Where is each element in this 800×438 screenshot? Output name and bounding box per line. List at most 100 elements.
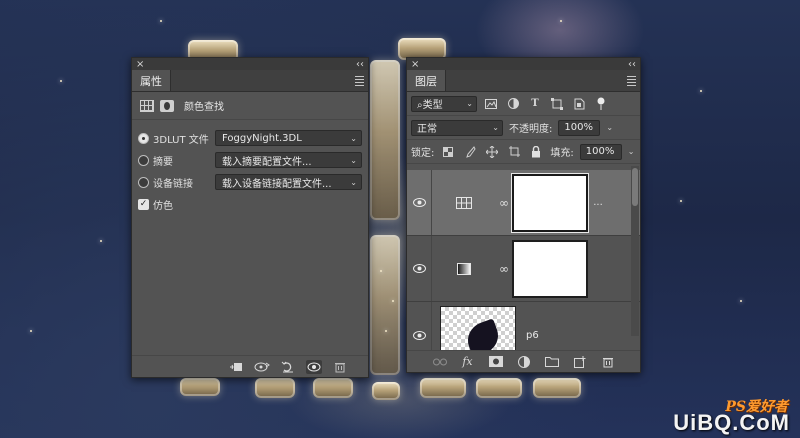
add-mask-icon[interactable] — [488, 355, 504, 369]
layer-row-color-lookup[interactable]: ∞ ... — [407, 170, 640, 236]
option-label: 设备链接 — [153, 178, 193, 190]
layer-mask-icon[interactable] — [160, 99, 174, 112]
shape-filter-icon[interactable] — [549, 97, 565, 111]
layer-list: ∞ ... ∞ p6 — [407, 170, 640, 368]
layer-visibility-eye-icon[interactable] — [407, 330, 431, 340]
view-previous-state-icon[interactable] — [254, 360, 270, 374]
tab-layers-label: 图层 — [415, 74, 437, 88]
chevron-down-icon[interactable]: ⌄ — [606, 123, 613, 132]
visibility-eye-icon[interactable] — [306, 359, 322, 374]
adjustment-filter-icon[interactable] — [505, 97, 521, 111]
smart-object-filter-icon[interactable] — [571, 97, 587, 111]
scrollbar-thumb[interactable] — [632, 168, 638, 206]
select-value: FoggyNight.3DL — [222, 132, 302, 144]
device-link-select[interactable]: 载入设备链接配置文件... ⌄ — [215, 174, 362, 190]
link-layers-icon[interactable] — [432, 355, 448, 369]
tab-properties-label: 属性 — [140, 74, 162, 88]
chevron-down-icon: ⌄ — [350, 133, 357, 143]
new-group-icon[interactable] — [544, 355, 560, 369]
fill-input[interactable]: 100% — [579, 143, 622, 160]
image-filter-icon[interactable] — [483, 97, 499, 111]
collapse-icon[interactable]: ‹‹ — [628, 59, 636, 70]
select-value: 载入设备链接配置文件... — [222, 178, 332, 190]
chevron-down-icon: ⌄ — [350, 155, 357, 165]
trash-icon[interactable] — [600, 355, 616, 369]
layers-panel: × ‹‹ 图层 ⌕类型 ⌄ T 正常 ⌄ 不透明度: 100% ⌄ 锁定: 填充… — [406, 57, 641, 373]
canvas-background — [0, 0, 800, 438]
dither-label: 仿色 — [153, 200, 173, 212]
properties-panel: × ‹‹ 属性 颜色查找 3DLUT 文件 FoggyNight.3DL ⌄ 摘… — [131, 57, 369, 378]
lock-transparent-pixels-icon[interactable] — [440, 145, 456, 159]
layer-mask-thumbnail[interactable] — [512, 239, 588, 298]
reset-icon[interactable] — [280, 360, 296, 374]
text-block-shape — [370, 235, 400, 375]
chevron-down-icon: ⌄ — [466, 99, 473, 108]
layer-row-gradient-map[interactable]: ∞ — [407, 236, 640, 302]
abstract-profile-select[interactable]: 载入摘要配置文件... ⌄ — [215, 152, 362, 168]
radio-3dlut[interactable] — [138, 132, 149, 144]
adjustment-title: 颜色查找 — [184, 102, 224, 113]
opacity-value: 100% — [564, 122, 593, 133]
lock-artboard-icon[interactable] — [506, 145, 522, 159]
mask-link-icon[interactable]: ∞ — [496, 262, 512, 276]
color-lookup-icon[interactable] — [140, 99, 154, 112]
trash-icon[interactable] — [332, 360, 348, 374]
radio-abstract[interactable] — [138, 154, 149, 166]
option-label: 3DLUT 文件 — [153, 134, 209, 146]
lock-position-icon[interactable] — [484, 145, 500, 159]
properties-header: 颜色查找 — [132, 92, 368, 120]
blend-mode-value: 正常 — [417, 124, 437, 135]
panel-menu-icon[interactable] — [350, 70, 368, 91]
chevron-down-icon: ⌄ — [350, 177, 357, 187]
filter-toggle-icon[interactable] — [593, 97, 609, 111]
option-row-dither: ✓ 仿色 — [138, 194, 362, 214]
layer-visibility-eye-icon[interactable] — [407, 198, 431, 207]
layers-footer: fx — [407, 350, 640, 372]
3dlut-file-select[interactable]: FoggyNight.3DL ⌄ — [215, 130, 362, 146]
new-layer-icon[interactable] — [572, 355, 588, 369]
panel-tabbar: 图层 — [407, 70, 640, 92]
panel-tabbar: 属性 — [132, 70, 368, 92]
layer-filter-row: ⌕类型 ⌄ T — [407, 92, 640, 116]
blend-mode-select[interactable]: 正常 ⌄ — [411, 119, 503, 136]
properties-footer — [132, 355, 368, 377]
color-lookup-layer-icon — [432, 196, 496, 209]
layer-visibility-eye-icon[interactable] — [407, 264, 431, 273]
layers-scrollbar[interactable] — [631, 166, 639, 336]
text-block-shape — [476, 378, 522, 398]
option-row-abstract: 摘要 载入摘要配置文件... ⌄ — [138, 150, 362, 170]
lock-row: 锁定: 填充: 100% ⌄ — [407, 140, 640, 164]
tab-properties[interactable]: 属性 — [132, 70, 171, 91]
watermark-line2: UiBQ.CoM — [673, 410, 790, 435]
panel-titlebar: × ‹‹ — [132, 58, 368, 70]
layer-more-icon[interactable]: ... — [588, 197, 608, 208]
option-row-3dlut: 3DLUT 文件 FoggyNight.3DL ⌄ — [138, 128, 362, 148]
radio-device-link[interactable] — [138, 176, 149, 188]
text-block-shape — [370, 60, 400, 220]
properties-body: 3DLUT 文件 FoggyNight.3DL ⌄ 摘要 载入摘要配置文件...… — [132, 120, 368, 214]
fx-icon[interactable]: fx — [460, 355, 476, 369]
chevron-down-icon[interactable]: ⌄ — [628, 147, 635, 156]
close-icon[interactable]: × — [136, 59, 144, 70]
lock-image-pixels-icon[interactable] — [462, 145, 478, 159]
lock-all-icon[interactable] — [528, 145, 544, 159]
chevron-down-icon: ⌄ — [492, 123, 499, 132]
dither-checkbox[interactable]: ✓ — [138, 198, 149, 210]
text-block-shape — [533, 378, 581, 398]
new-adjustment-layer-icon[interactable] — [516, 355, 532, 369]
tab-layers[interactable]: 图层 — [407, 70, 446, 91]
close-icon[interactable]: × — [411, 59, 419, 70]
fill-label: 填充: — [550, 148, 574, 159]
opacity-input[interactable]: 100% — [558, 119, 601, 136]
text-block-shape — [313, 378, 353, 398]
panel-menu-icon[interactable] — [622, 70, 640, 91]
filter-kind-select[interactable]: ⌕类型 ⌄ — [411, 95, 477, 112]
layer-name[interactable]: p6 — [526, 330, 539, 341]
clip-to-layer-icon[interactable] — [228, 360, 244, 374]
mask-link-icon[interactable]: ∞ — [496, 196, 512, 210]
type-filter-icon[interactable]: T — [527, 97, 543, 111]
panel-titlebar: × ‹‹ — [407, 58, 640, 70]
option-label: 摘要 — [153, 156, 173, 168]
collapse-icon[interactable]: ‹‹ — [356, 59, 364, 70]
layer-mask-thumbnail[interactable] — [512, 173, 588, 232]
